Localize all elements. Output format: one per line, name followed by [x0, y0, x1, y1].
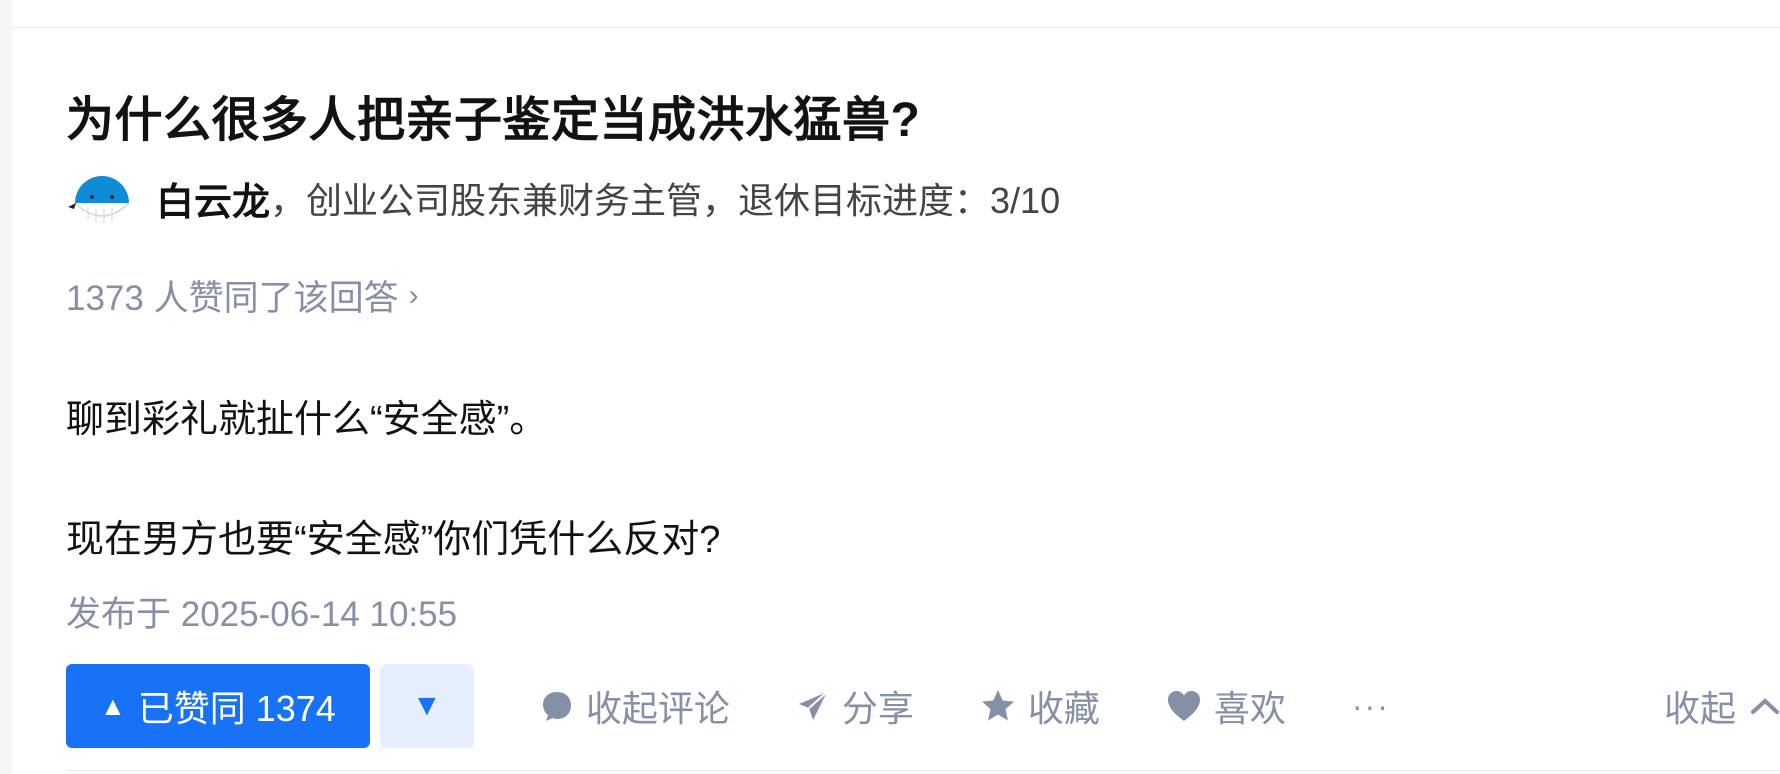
upvote-button[interactable]: ▲ 已赞同 1374: [66, 664, 370, 748]
paper-plane-icon: [798, 691, 828, 720]
chevron-up-icon: [1751, 698, 1779, 714]
divider: [66, 770, 1780, 774]
upvote-label: 已赞同 1374: [137, 688, 336, 729]
collapse-label: 收起: [1663, 688, 1736, 729]
publish-time[interactable]: 发布于 2025-06-14 10:55: [66, 586, 457, 637]
downvote-triangle-icon: ▼: [411, 689, 442, 722]
share-label: 分享: [841, 688, 914, 729]
question-title[interactable]: 为什么很多人把亲子鉴定当成洪水猛兽?: [66, 80, 920, 150]
votes-summary[interactable]: 1373 人赞同了该回答 ›: [66, 270, 419, 321]
answer-paragraph: 现在男方也要“安全感”你们凭什么反对?: [66, 519, 721, 561]
heart-icon: [1167, 691, 1200, 721]
favorite-label: 收藏: [1027, 688, 1100, 729]
upvote-triangle-icon: ▲: [100, 690, 126, 721]
comments-label: 收起评论: [585, 688, 730, 729]
like-label: 喜欢: [1213, 688, 1286, 729]
action-bar: ▲ 已赞同 1374 ▼ 收起评论 分享 收藏 喜欢 ··· 收起: [66, 664, 1780, 748]
star-icon: [981, 690, 1014, 721]
votes-summary-text: 1373 人赞同了该回答: [66, 279, 399, 318]
author-bio: 创业公司股东兼财务主管，退休目标进度：3/10: [306, 180, 1061, 221]
more-options-icon[interactable]: ···: [1352, 688, 1390, 725]
top-strip: [12, 0, 1780, 28]
favorite-button[interactable]: 收藏: [980, 680, 1100, 732]
author-separator: ，: [270, 180, 307, 221]
like-button[interactable]: 喜欢: [1166, 680, 1286, 732]
collapse-answer-button[interactable]: 收起: [1664, 680, 1780, 732]
comment-bubble-icon: [542, 692, 571, 721]
downvote-button[interactable]: ▼: [379, 664, 474, 748]
answer-card: 为什么很多人把亲子鉴定当成洪水猛兽? 白云龙 ， 创业公司股东兼财务主管，退休目…: [12, 0, 1780, 774]
share-button[interactable]: 分享: [796, 680, 914, 732]
avatar[interactable]: [66, 165, 132, 231]
chevron-right-icon: ›: [408, 278, 419, 312]
collapse-comments-button[interactable]: 收起评论: [540, 680, 730, 732]
author-name[interactable]: 白云龙: [156, 171, 270, 226]
answer-paragraph: 聊到彩礼就扯什么“安全感”。: [66, 399, 548, 441]
author-info: 白云龙 ， 创业公司股东兼财务主管，退休目标进度：3/10: [66, 166, 1060, 230]
